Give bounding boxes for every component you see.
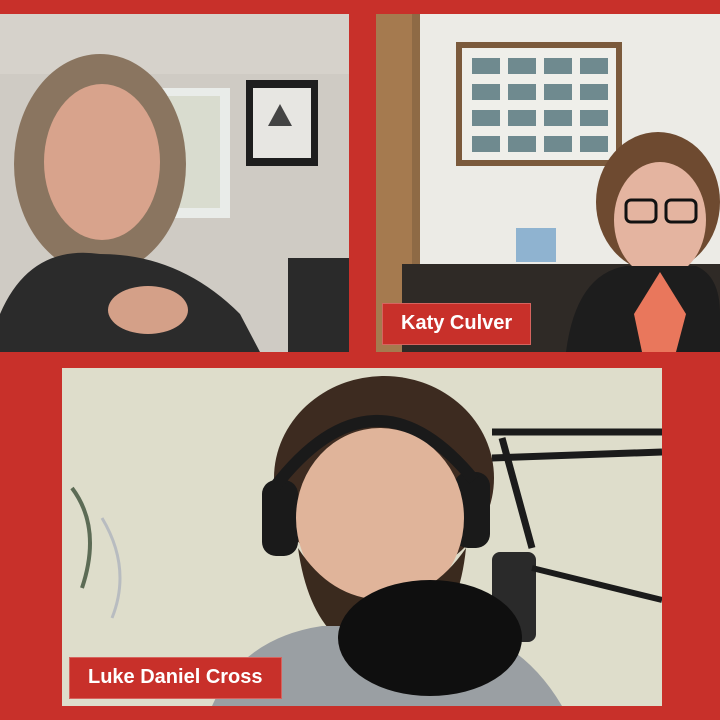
participant-name-tag: Luke Daniel Cross bbox=[69, 657, 282, 699]
participant-video-tile-2[interactable]: Katy Culver bbox=[376, 14, 720, 352]
participant-1-video bbox=[0, 14, 349, 352]
participant-2-video bbox=[376, 14, 720, 352]
participant-3-video bbox=[62, 368, 662, 706]
participant-video-tile-3[interactable]: Luke Daniel Cross bbox=[62, 368, 662, 706]
participant-name-tag: Katy Culver bbox=[382, 303, 532, 345]
participant-video-tile-1[interactable] bbox=[0, 14, 349, 352]
